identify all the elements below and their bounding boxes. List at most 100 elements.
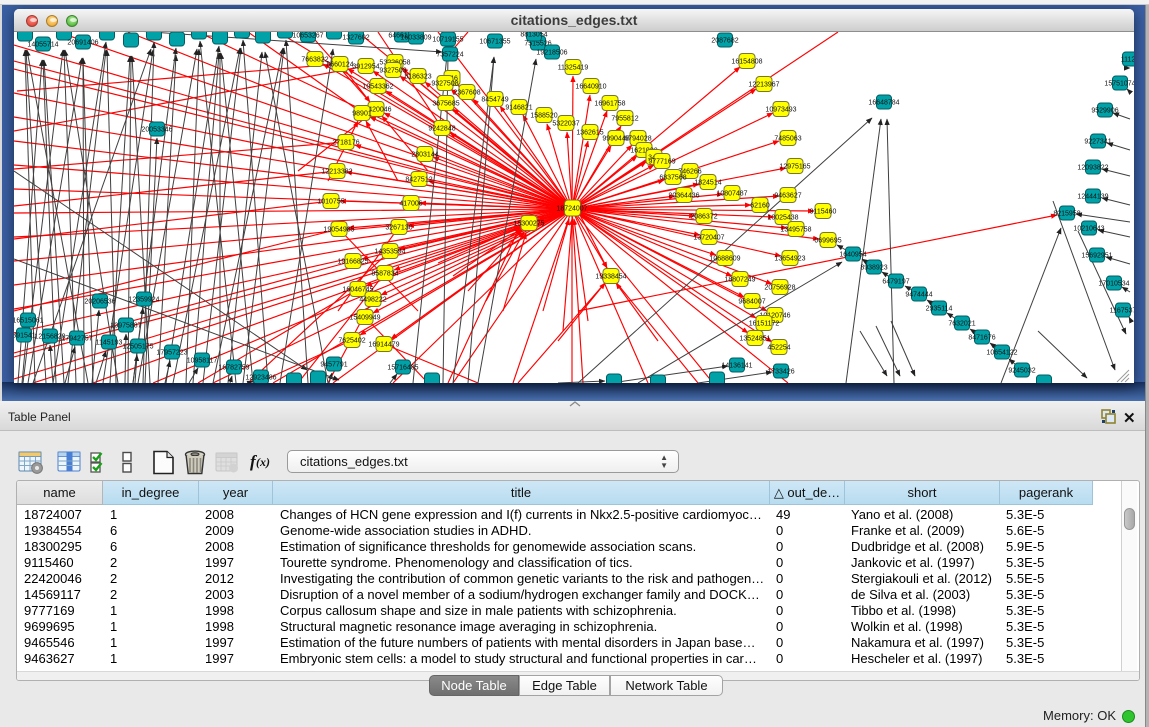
svg-text:(x): (x) (256, 455, 270, 469)
svg-text:16648784: 16648784 (868, 100, 899, 107)
svg-text:11123: 11123 (1121, 57, 1134, 64)
svg-text:13654923: 13654923 (774, 256, 805, 263)
svg-text:7663822: 7663822 (301, 57, 328, 64)
svg-text:2367608: 2367608 (453, 90, 480, 97)
svg-text:1733426: 1733426 (767, 369, 794, 376)
svg-text:7625402: 7625402 (338, 338, 365, 345)
svg-text:15300275: 15300275 (513, 221, 544, 228)
svg-text:9115460: 9115460 (810, 209, 837, 216)
svg-text:8587834: 8587834 (371, 271, 398, 278)
svg-text:17942757: 17942757 (61, 336, 92, 343)
svg-text:8938923: 8938923 (860, 265, 887, 272)
svg-text:10210643: 10210643 (1073, 226, 1104, 233)
svg-text:12213967: 12213967 (748, 82, 779, 89)
svg-text:15751074: 15751074 (1104, 81, 1134, 88)
svg-text:9327503: 9327503 (379, 68, 406, 75)
svg-text:10543362: 10543362 (362, 84, 393, 91)
svg-text:16782759: 16782759 (218, 365, 249, 372)
svg-text:2087682: 2087682 (711, 38, 738, 45)
svg-text:98901: 98901 (352, 111, 372, 118)
svg-text:14136141: 14136141 (721, 363, 752, 370)
svg-text:1145193: 1145193 (96, 340, 123, 347)
svg-text:20206536: 20206536 (84, 299, 115, 306)
svg-text:9227341: 9227341 (1084, 139, 1111, 146)
svg-text:10654122: 10654122 (986, 350, 1017, 357)
svg-text:13975887: 13975887 (110, 323, 141, 330)
svg-text:8186323: 8186323 (404, 74, 431, 81)
svg-text:12093822: 12093822 (1077, 165, 1108, 172)
svg-text:9777169: 9777169 (648, 159, 675, 166)
svg-text:2086372: 2086372 (690, 214, 717, 221)
svg-text:10958117: 10958117 (187, 358, 218, 365)
svg-text:391541: 391541 (14, 333, 36, 340)
svg-text:8471676: 8471676 (968, 335, 995, 342)
svg-text:14055714: 14055714 (27, 42, 58, 49)
svg-text:13524851: 13524851 (739, 336, 770, 343)
svg-text:9146821: 9146821 (505, 105, 532, 112)
svg-text:7485063: 7485063 (774, 136, 801, 143)
svg-text:2935114: 2935114 (926, 306, 953, 313)
svg-text:11325419: 11325419 (558, 65, 589, 72)
svg-text:20053346: 20053346 (141, 127, 172, 134)
svg-text:18724007: 18724007 (556, 206, 587, 213)
svg-text:1167537: 1167537 (1110, 308, 1134, 315)
svg-text:12213382: 12213382 (321, 169, 352, 176)
svg-text:15692951: 15692951 (1081, 253, 1112, 260)
svg-text:9242848: 9242848 (428, 126, 455, 133)
svg-text:3912954: 3912954 (352, 64, 379, 71)
svg-text:9245032: 9245032 (1008, 368, 1035, 375)
svg-text:1640954: 1640954 (839, 252, 866, 259)
svg-text:7955812: 7955812 (611, 116, 638, 123)
svg-text:62160: 62160 (750, 203, 770, 210)
svg-text:9327508: 9327508 (431, 81, 458, 88)
svg-text:10719155: 10719155 (432, 37, 463, 44)
svg-text:19338454: 19338454 (595, 274, 626, 281)
svg-text:12975165: 12975165 (779, 164, 810, 171)
svg-text:19054985: 19054985 (323, 227, 354, 234)
svg-text:10671355: 10671355 (479, 39, 510, 46)
svg-text:7632021: 7632021 (948, 321, 975, 328)
svg-text:6479197: 6479197 (882, 279, 909, 286)
svg-text:1362615: 1362615 (576, 130, 603, 137)
svg-text:4498222: 4498222 (359, 297, 386, 304)
svg-text:15716485: 15716485 (387, 365, 418, 372)
svg-text:16640910: 16640910 (575, 84, 606, 91)
svg-text:20756928: 20756928 (764, 285, 795, 292)
svg-text:14353594: 14353594 (374, 249, 405, 256)
svg-text:5322037: 5322037 (552, 121, 579, 128)
svg-text:15409949: 15409949 (349, 315, 380, 322)
svg-text:0699695: 0699695 (814, 238, 841, 245)
svg-text:3675685: 3675685 (432, 101, 459, 108)
svg-text:1588520: 1588520 (530, 113, 557, 120)
svg-text:452254: 452254 (767, 345, 790, 352)
svg-text:9457791: 9457791 (320, 362, 347, 369)
svg-text:12505175: 12505175 (122, 344, 153, 351)
svg-text:8427512: 8427512 (405, 177, 432, 184)
svg-text:12923486: 12923486 (245, 375, 276, 382)
svg-text:16154808: 16154808 (731, 59, 762, 66)
svg-text:6837568: 6837568 (659, 175, 686, 182)
svg-text:19166825: 19166825 (337, 259, 368, 266)
svg-text:8813054: 8813054 (520, 32, 547, 39)
svg-text:1824514: 1824514 (694, 180, 721, 187)
svg-text:9463627: 9463627 (774, 193, 801, 200)
svg-text:417006: 417006 (399, 201, 422, 208)
svg-text:7357224: 7357224 (436, 52, 463, 59)
svg-text:13495758: 13495758 (780, 227, 811, 234)
svg-text:9529906: 9529906 (1091, 108, 1118, 115)
svg-text:6794028: 6794028 (624, 136, 651, 143)
svg-text:10653267: 10653267 (292, 33, 323, 40)
svg-text:13720407: 13720407 (693, 235, 724, 242)
svg-text:8660124: 8660124 (326, 62, 353, 69)
svg-text:8215958: 8215958 (1053, 211, 1080, 218)
svg-text:20691406: 20691406 (67, 40, 98, 47)
svg-text:1327602: 1327602 (342, 35, 369, 42)
svg-text:9474444: 9474444 (905, 292, 932, 299)
svg-text:17957223: 17957223 (156, 350, 187, 357)
svg-text:3267130: 3267130 (385, 225, 412, 232)
svg-text:16033809: 16033809 (400, 35, 431, 42)
svg-text:9684007: 9684007 (738, 299, 765, 306)
svg-text:10973493: 10973493 (765, 107, 796, 114)
svg-text:12359924: 12359924 (128, 297, 159, 304)
svg-text:1010755: 1010755 (317, 199, 344, 206)
